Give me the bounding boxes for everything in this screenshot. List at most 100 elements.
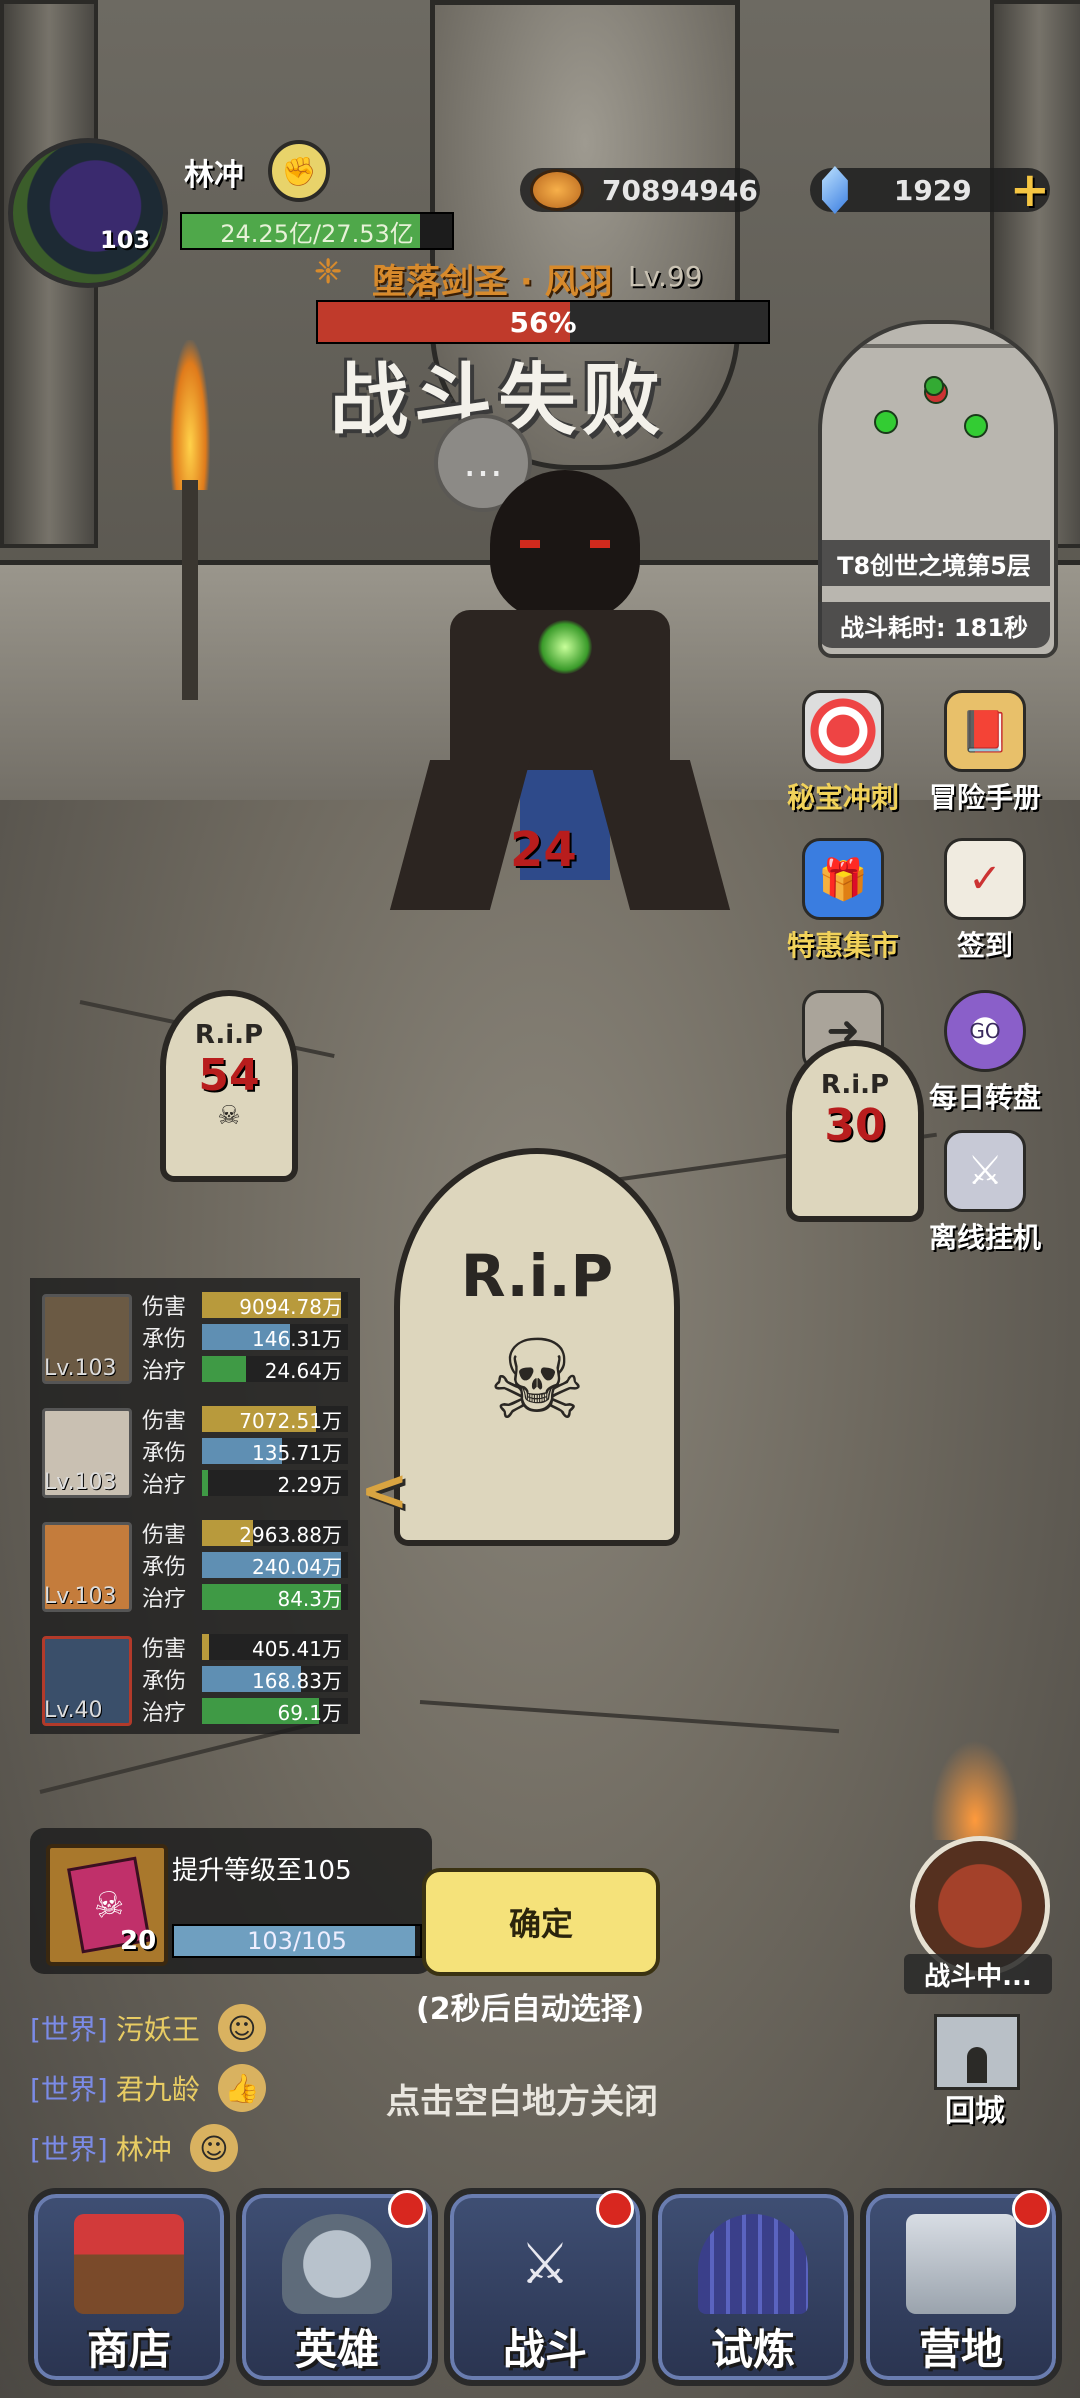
boss-name: 堕落剑圣 · 风羽 [372,262,613,302]
fighting-label: 战斗中... [904,1954,1052,1994]
stat-line-damage: 伤害 2963.88万 [142,1518,348,1548]
chevron-left-icon[interactable]: < [360,1456,409,1524]
target-icon [802,690,884,772]
quest-item-count: 20 [120,1926,157,1956]
minimap-ally-dot [874,410,898,434]
tombstone-rip-text: R.i.P [820,1070,890,1100]
chat-line[interactable]: [世界] 林冲 ☺ [30,2124,238,2172]
stat-value: 2.29万 [277,1472,342,1497]
sign-in-button[interactable]: ✓ 签到 [910,838,1060,968]
hero-stat-row: Lv.103 伤害 7072.51万 承伤 135.71万 治疗 2.29万 [38,1400,356,1510]
offline-idle-label: 离线挂机 [928,1221,1041,1254]
quest-progress-bar: 103/105 [172,1924,422,1958]
stat-value: 168.83万 [252,1668,342,1693]
boss-emblem-icon: ❈ [314,252,343,292]
hero-level: Lv.103 [44,1356,117,1381]
notification-dot [1012,2190,1050,2228]
stat-bar-fill [202,1356,246,1382]
gift-box-icon: 🎁 [802,838,884,920]
chat-line[interactable]: [世界] 君九龄 👍 [30,2064,266,2112]
castle-icon [934,2014,1020,2090]
confirm-button[interactable]: 确定 [422,1868,660,1976]
nav-label: 英雄 [294,2325,379,2374]
stat-line-damage: 伤害 9094.78万 [142,1290,348,1320]
minimap-ally-dot [964,414,988,438]
chat-channel-tag: [世界] [30,2133,108,2166]
stat-bar: 240.04万 [202,1552,348,1579]
battle-time: 战斗耗时: 181秒 [818,602,1050,648]
stat-label: 治疗 [142,1587,187,1612]
special-market-button[interactable]: 🎁 特惠集市 [768,838,918,968]
minimap-wall [822,344,1054,348]
nav-shop[interactable]: 商店 [28,2188,230,2386]
enemy-character[interactable] [389,460,731,960]
add-gems-plus-icon[interactable]: + [1010,166,1050,214]
daily-wheel-button[interactable]: GO 每日转盘 [910,990,1060,1120]
return-to-town-label: 回城 [945,2094,1005,2129]
offline-idle-button[interactable]: ⚔ 离线挂机 [910,1130,1060,1260]
nav-label: 战斗 [502,2325,587,2374]
close-hint[interactable]: 点击空白地方关闭 [386,2074,658,2123]
helmet-icon [282,2214,392,2314]
stat-label: 伤害 [142,1409,187,1434]
castle-gate [967,2047,987,2083]
stat-label: 伤害 [142,1523,187,1548]
stat-line-taken: 承伤 168.83万 [142,1664,348,1694]
muscle-emote-icon[interactable]: ✊ [268,140,330,202]
chat-channel-tag: [世界] [30,2073,108,2106]
stat-label: 治疗 [142,1473,187,1498]
tombstone-damage: 30 [824,1100,886,1151]
tombstone-damage: 54 [198,1050,260,1101]
enemy-head [490,470,640,620]
chat-channel-tag: [世界] [30,2013,108,2046]
notification-dot [388,2190,426,2228]
hero-level: Lv.40 [44,1698,103,1723]
gold-coin-icon [530,169,584,211]
stat-value: 146.31万 [252,1326,342,1351]
stat-label: 承伤 [142,1441,187,1466]
adventure-book-button[interactable]: 📕 冒险手册 [910,690,1060,820]
stat-bar: 146.31万 [202,1324,348,1351]
stat-line-damage: 伤害 405.41万 [142,1632,348,1662]
tombstone-rip-text: R.i.P [194,1020,264,1050]
nav-battle[interactable]: ⚔ 战斗 [444,2188,646,2386]
hero-stat-row: Lv.103 伤害 2963.88万 承伤 240.04万治疗 84.3万 [38,1514,356,1624]
stat-label: 治疗 [142,1701,187,1726]
player-avatar[interactable] [8,138,168,288]
hero-stat-row: Lv.40 伤害 405.41万 承伤 168.83万 治疗 69.1万 [38,1628,356,1738]
stat-bar: 405.41万 [202,1634,348,1661]
flame-icon [930,1740,1020,1840]
return-to-town-button[interactable]: 回城 [920,2014,1030,2129]
torch [160,340,220,700]
stat-label: 承伤 [142,1669,187,1694]
damage-number: 24 [510,822,577,878]
torch-stick [182,480,198,700]
stat-line-taken: 承伤 240.04万 [142,1550,348,1580]
special-market-label: 特惠集市 [786,929,899,962]
player-level: 103 [100,226,151,254]
nav-camp[interactable]: 营地 [860,2188,1062,2386]
treasure-sprint-button[interactable]: 秘宝冲刺 [768,690,918,820]
minimap-ally-dot [924,376,944,396]
nav-label: 营地 [918,2325,1003,2374]
nav-trial[interactable]: 试炼 [652,2188,854,2386]
green-orb [538,620,592,674]
nav-heroes[interactable]: 英雄 [236,2188,438,2386]
auto-select-note: (2秒后自动选择) [416,1992,645,2027]
emoji-icon: ☺ [189,2124,238,2172]
stat-value: 84.3万 [277,1586,342,1611]
stat-bar-fill [202,1470,208,1496]
emoji-icon: ☺ [217,2004,266,2052]
chat-line[interactable]: [世界] 污妖王 ☺ [30,2004,266,2052]
stat-label: 伤害 [142,1295,187,1320]
book-icon: 📕 [944,690,1026,772]
stat-bar: 135.71万 [202,1438,348,1465]
shop-icon [74,2214,184,2314]
hero-level: Lv.103 [44,1584,117,1609]
chat-sender: 污妖王 [115,2013,200,2046]
stat-value: 24.64万 [264,1358,342,1383]
level-quest-card[interactable]: ☠ 20 提升等级至105 103/105 [30,1828,432,1974]
hero-stats-panel: Lv.103 伤害 9094.78万承伤 146.31万治疗 24.64万 Lv.103 伤… [30,1278,360,1734]
gold-value: 70894946 [602,173,758,207]
tombstone-rip-text: R.i.P [460,1242,614,1310]
